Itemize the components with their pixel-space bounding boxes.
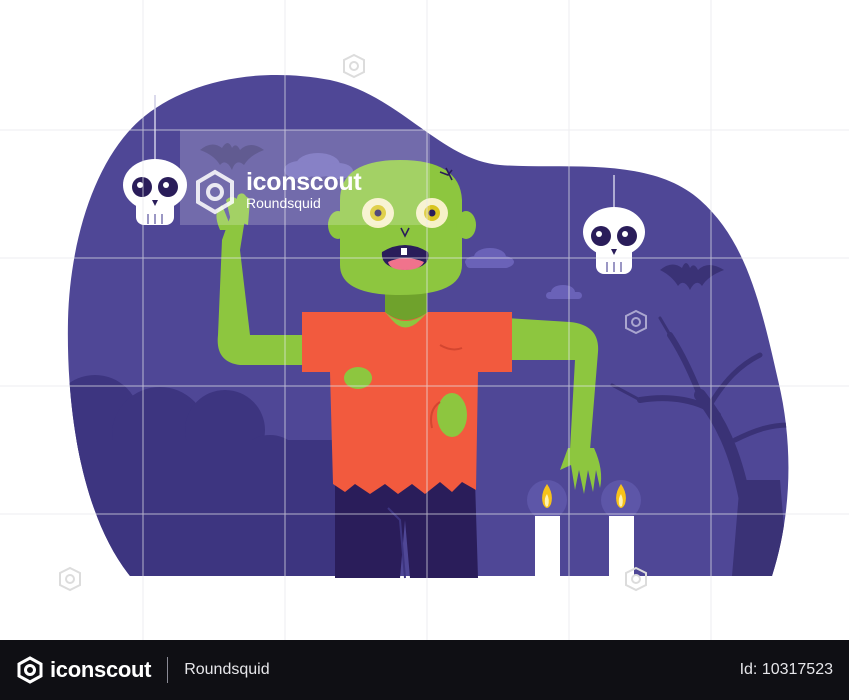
watermark-icon: [343, 53, 365, 79]
footer-bar: iconscout Roundsquid Id: 10317523: [0, 640, 849, 700]
footer-brand-name: iconscout: [50, 657, 152, 682]
watermark-brand: iconscout: [246, 168, 362, 196]
footer-asset-id: Id: 10317523: [739, 661, 833, 678]
footer-brand[interactable]: iconscout: [16, 656, 152, 684]
watermark-author: Roundsquid: [246, 195, 321, 211]
iconscout-logo-icon: [17, 656, 43, 684]
illustration: [0, 0, 849, 640]
watermark-icon: [59, 566, 81, 592]
footer-author[interactable]: Roundsquid: [184, 661, 269, 679]
watermark-text: iconscout Roundsquid: [246, 168, 362, 211]
footer-divider: [167, 657, 169, 683]
